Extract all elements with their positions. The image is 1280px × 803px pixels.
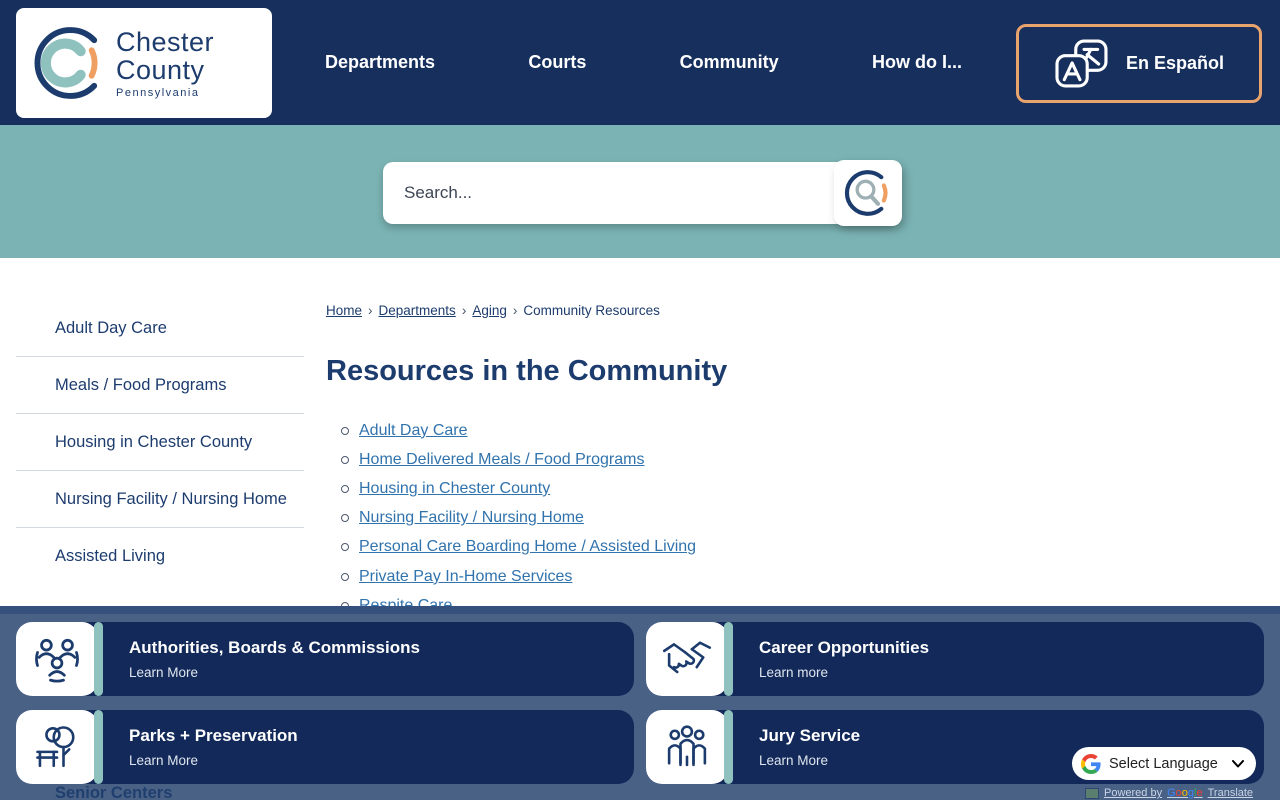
brand-letter: e xyxy=(1196,787,1202,799)
card-text: Jury Service Learn More xyxy=(759,726,860,768)
sidebar-item-senior-centers[interactable]: Senior Centers xyxy=(55,784,172,803)
google-logo-icon xyxy=(1081,754,1101,774)
quicklinks-overlay: Senior Centers Authorities, Boards & Com… xyxy=(0,606,1280,800)
sidebar-item-housing[interactable]: Housing in Chester County xyxy=(16,414,304,471)
card-icon-box xyxy=(646,622,728,696)
search-icon xyxy=(843,168,893,218)
google-translate-attribution[interactable]: Powered by Google Translate xyxy=(1085,787,1253,799)
park-bench-icon xyxy=(31,721,83,773)
card-learn-more-link[interactable]: Learn more xyxy=(759,665,929,680)
card-icon-box xyxy=(16,622,98,696)
link-home-delivered-meals[interactable]: Home Delivered Meals / Food Programs xyxy=(359,451,644,469)
select-language-dropdown[interactable]: Select Language xyxy=(1072,747,1256,780)
search-input[interactable] xyxy=(383,162,813,224)
card-accent-bar xyxy=(724,622,733,696)
card-icon-box xyxy=(16,710,98,784)
card-accent-bar xyxy=(724,710,733,784)
attribution-suffix: Translate xyxy=(1208,787,1253,799)
bullet-icon xyxy=(341,427,349,435)
card-accent-bar xyxy=(94,710,103,784)
en-espanol-button[interactable]: En Español xyxy=(1016,24,1262,103)
nav-item-how-do-i[interactable]: How do I... xyxy=(872,52,962,73)
bullet-icon xyxy=(341,573,349,581)
sidebar-item-meals-food-programs[interactable]: Meals / Food Programs xyxy=(16,357,304,414)
sidebar-item-assisted-living[interactable]: Assisted Living xyxy=(16,528,304,584)
link-personal-care-boarding[interactable]: Personal Care Boarding Home / Assisted L… xyxy=(359,538,696,556)
card-parks-preservation[interactable]: Parks + Preservation Learn More xyxy=(16,710,634,784)
list-item: Personal Care Boarding Home / Assisted L… xyxy=(341,533,696,562)
list-item: Private Pay In-Home Services xyxy=(341,562,696,591)
card-icon-box xyxy=(646,710,728,784)
list-item: Nursing Facility / Nursing Home xyxy=(341,504,696,533)
list-item: Home Delivered Meals / Food Programs xyxy=(341,445,696,474)
select-language-label: Select Language xyxy=(1109,756,1224,772)
breadcrumb-home[interactable]: Home xyxy=(326,303,362,318)
main-nav: Departments Courts Community How do I... xyxy=(325,0,962,125)
card-text: Parks + Preservation Learn More xyxy=(129,726,298,768)
breadcrumb-aging[interactable]: Aging xyxy=(472,303,507,318)
nav-item-courts[interactable]: Courts xyxy=(528,52,586,73)
brand-letter: G xyxy=(1167,787,1176,799)
list-item: Adult Day Care xyxy=(341,416,696,445)
search-band xyxy=(0,125,1280,258)
logo-text: Chester County Pennsylvania xyxy=(116,28,214,99)
logo-subtitle: Pennsylvania xyxy=(116,87,214,99)
bullet-icon xyxy=(341,543,349,551)
bullet-icon xyxy=(341,514,349,522)
translate-flag-icon xyxy=(1085,788,1099,799)
page-title: Resources in the Community xyxy=(326,355,727,388)
google-brand-wordmark: Google xyxy=(1167,787,1203,799)
card-text: Authorities, Boards & Commissions Learn … xyxy=(129,638,420,680)
card-title: Parks + Preservation xyxy=(129,726,298,746)
list-item: Housing in Chester County xyxy=(341,474,696,503)
logo-name-line1: Chester xyxy=(116,28,214,56)
site-logo[interactable]: Chester County Pennsylvania xyxy=(16,8,272,118)
chester-county-logo-icon xyxy=(30,25,106,101)
link-nursing-facility[interactable]: Nursing Facility / Nursing Home xyxy=(359,509,584,527)
breadcrumb-separator: › xyxy=(513,303,518,318)
sidebar-item-adult-day-care[interactable]: Adult Day Care xyxy=(16,300,304,357)
card-learn-more-link[interactable]: Learn More xyxy=(759,753,860,768)
breadcrumb-separator: › xyxy=(368,303,373,318)
sidebar-menu: Adult Day Care Meals / Food Programs Hou… xyxy=(16,300,304,584)
link-housing[interactable]: Housing in Chester County xyxy=(359,480,550,498)
top-header: Chester County Pennsylvania Departments … xyxy=(0,0,1280,125)
bullet-icon xyxy=(341,485,349,493)
resource-links-list: Adult Day Care Home Delivered Meals / Fo… xyxy=(341,416,696,620)
en-espanol-label: En Español xyxy=(1126,53,1224,74)
search-bar xyxy=(383,162,897,224)
search-button[interactable] xyxy=(834,160,902,226)
card-text: Career Opportunities Learn more xyxy=(759,638,929,680)
sidebar-item-nursing-facility[interactable]: Nursing Facility / Nursing Home xyxy=(16,471,304,528)
card-learn-more-link[interactable]: Learn More xyxy=(129,753,298,768)
card-title: Authorities, Boards & Commissions xyxy=(129,638,420,658)
card-accent-bar xyxy=(94,622,103,696)
bullet-icon xyxy=(341,456,349,464)
nav-item-community[interactable]: Community xyxy=(680,52,779,73)
card-title: Career Opportunities xyxy=(759,638,929,658)
breadcrumb-departments[interactable]: Departments xyxy=(379,303,456,318)
breadcrumb-separator: › xyxy=(462,303,467,318)
overlay-top-strip xyxy=(0,606,1280,614)
breadcrumb: Home › Departments › Aging › Community Resourc… xyxy=(326,303,660,318)
people-group-icon xyxy=(31,633,83,685)
logo-name-line2: County xyxy=(116,56,214,84)
jury-people-icon xyxy=(661,721,713,773)
card-learn-more-link[interactable]: Learn More xyxy=(129,665,420,680)
link-private-pay-in-home[interactable]: Private Pay In-Home Services xyxy=(359,568,572,586)
card-title: Jury Service xyxy=(759,726,860,746)
breadcrumb-current: Community Resources xyxy=(523,303,660,318)
attribution-prefix: Powered by xyxy=(1104,787,1162,799)
card-career-opportunities[interactable]: Career Opportunities Learn more xyxy=(646,622,1264,696)
chevron-down-icon xyxy=(1232,760,1244,768)
card-authorities-boards-commissions[interactable]: Authorities, Boards & Commissions Learn … xyxy=(16,622,634,696)
handshake-icon xyxy=(661,633,713,685)
nav-item-departments[interactable]: Departments xyxy=(325,52,435,73)
link-adult-day-care[interactable]: Adult Day Care xyxy=(359,422,468,440)
translate-icon xyxy=(1054,39,1110,89)
